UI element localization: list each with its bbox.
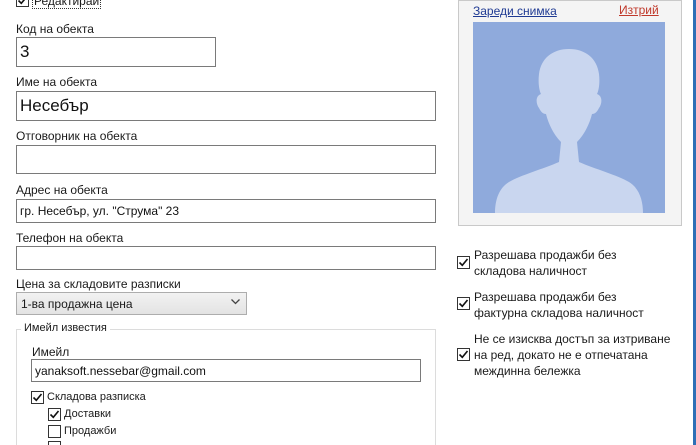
checkmark-icon xyxy=(32,393,43,402)
email-label: Имейл xyxy=(32,345,70,359)
option-line: Разрешава продажби без xyxy=(474,290,617,304)
checkmark-icon xyxy=(49,410,60,419)
price-select-value: 1-ва продажна цена xyxy=(21,296,133,311)
sales-label: Продажби xyxy=(64,425,117,437)
allow-sales-no-invoice-stock-label: Разрешава продажби без фактурна складова… xyxy=(474,289,644,321)
email-group-legend: Имейл известия xyxy=(21,322,110,334)
avatar-placeholder xyxy=(473,22,665,213)
edit-checkbox[interactable] xyxy=(16,0,29,7)
option-line: Не се изисква достъп за изтриване xyxy=(474,332,671,346)
next-checkbox[interactable] xyxy=(48,441,61,445)
price-select[interactable]: 1-ва продажна цена xyxy=(16,292,247,315)
checkmark-icon xyxy=(458,258,469,267)
option-line: междинна бележка xyxy=(474,364,581,378)
load-photo-link[interactable]: Зареди снимка xyxy=(473,4,557,18)
option-line: Разрешава продажби без xyxy=(474,248,617,262)
edit-label: Редактирай xyxy=(32,0,102,9)
code-label: Код на обекта xyxy=(16,22,94,36)
checkmark-icon xyxy=(458,299,469,308)
responsible-label: Отговорник на обекта xyxy=(16,129,138,143)
address-input[interactable]: гр. Несебър, ул. "Струма" 23 xyxy=(16,199,436,223)
delete-photo-link[interactable]: Изтрий xyxy=(619,3,659,17)
allow-sales-no-stock-label: Разрешава продажби без складова наличнос… xyxy=(474,247,617,279)
option-line: фактурна складова наличност xyxy=(474,306,644,320)
checkmark-icon xyxy=(458,350,469,359)
no-delete-access-label: Не се изисква достъп за изтриване на ред… xyxy=(474,331,670,379)
chevron-down-icon xyxy=(231,299,240,305)
price-label: Цена за складовите разписки xyxy=(16,277,181,291)
option-line: складова наличност xyxy=(474,264,588,278)
phone-label: Телефон на обекта xyxy=(16,231,124,245)
name-label: Име на обекта xyxy=(16,75,98,89)
email-input[interactable]: yanaksoft.nessebar@gmail.com xyxy=(31,359,421,382)
sales-checkbox[interactable] xyxy=(48,425,61,438)
stock-receipt-label: Складова разписка xyxy=(47,391,146,403)
address-label: Адрес на обекта xyxy=(16,183,108,197)
option-line: на ред, докато не е отпечатана xyxy=(474,348,648,362)
stock-receipt-checkbox[interactable] xyxy=(31,391,44,404)
checkmark-icon xyxy=(17,0,26,5)
responsible-input[interactable] xyxy=(16,145,436,174)
allow-sales-no-stock-checkbox[interactable] xyxy=(457,256,470,269)
no-delete-access-checkbox[interactable] xyxy=(457,348,470,361)
photo-panel: Зареди снимка Изтрий xyxy=(458,0,682,226)
allow-sales-no-invoice-stock-checkbox[interactable] xyxy=(457,297,470,310)
name-input[interactable]: Несебър xyxy=(16,91,436,121)
deliveries-label: Доставки xyxy=(64,408,112,420)
code-input[interactable]: 3 xyxy=(16,37,216,67)
phone-input[interactable] xyxy=(16,246,436,270)
deliveries-checkbox[interactable] xyxy=(48,408,61,421)
person-silhouette-icon xyxy=(495,49,643,213)
